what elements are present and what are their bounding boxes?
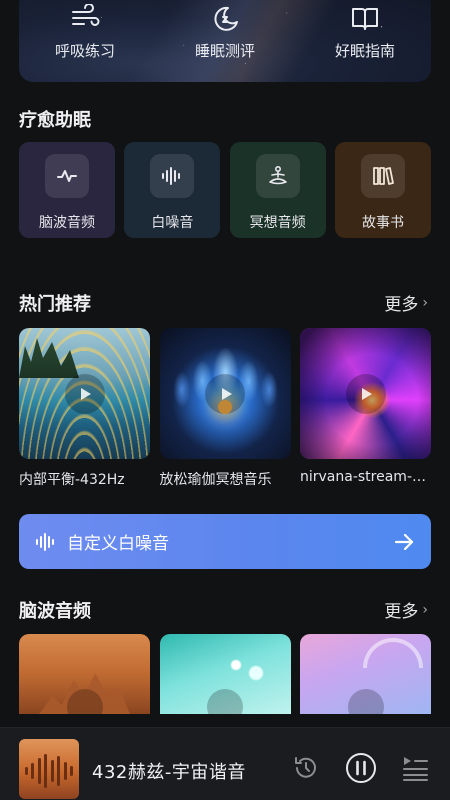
playlist-icon bbox=[403, 757, 428, 781]
galaxy-cover-image bbox=[300, 328, 431, 459]
rainbow-shape bbox=[363, 638, 423, 668]
hot-more-link[interactable]: 更多 › bbox=[384, 290, 428, 316]
play-icon[interactable] bbox=[347, 689, 384, 714]
pulse-icon bbox=[45, 154, 89, 198]
rainbow-cover-image[interactable] bbox=[300, 634, 431, 714]
brainwave-more-label: 更多 bbox=[384, 602, 419, 622]
meditation-audio-tile[interactable]: 冥想音频 bbox=[229, 142, 326, 238]
hot-card[interactable]: 内部平衡-432Hz bbox=[19, 328, 150, 489]
soundwave-icon bbox=[36, 532, 54, 551]
book-icon bbox=[350, 0, 380, 32]
meditation-icon bbox=[255, 154, 300, 198]
story-book-label: 故事书 bbox=[361, 215, 404, 231]
custom-white-noise-button[interactable]: 自定义白噪音 bbox=[19, 514, 431, 569]
brainwave-audio-label: 脑波音频 bbox=[39, 215, 95, 231]
brainwave-cards bbox=[19, 634, 431, 714]
story-book-tile[interactable]: 故事书 bbox=[334, 142, 431, 238]
ocean-wave-cover-image bbox=[19, 328, 150, 459]
desert-dunes-cover-image[interactable] bbox=[19, 634, 150, 714]
arrow-right-icon bbox=[394, 533, 414, 550]
mini-player[interactable]: 432赫兹-宇宙谐音 bbox=[0, 727, 450, 800]
healing-section-title: 疗愈助眠 bbox=[19, 110, 91, 131]
brainwave-more-link[interactable]: 更多 › bbox=[384, 597, 428, 623]
sleep-guide-label: 好眠指南 bbox=[334, 42, 395, 60]
play-icon[interactable] bbox=[207, 689, 243, 714]
play-icon[interactable] bbox=[345, 373, 386, 414]
brainwave-section-title: 脑波音频 bbox=[19, 601, 91, 622]
hot-card[interactable]: 放松瑜伽冥想音乐 bbox=[159, 328, 291, 489]
play-icon[interactable] bbox=[66, 689, 103, 714]
crystal-shape bbox=[220, 649, 271, 689]
history-icon bbox=[295, 757, 316, 778]
hot-card-title: 内部平衡-432Hz bbox=[19, 472, 125, 488]
soundwave-icon bbox=[150, 154, 195, 198]
play-icon[interactable] bbox=[64, 373, 105, 414]
hot-card-title: nirvana-stream-20... bbox=[300, 469, 431, 485]
custom-white-noise-label: 自定义白噪音 bbox=[67, 534, 169, 554]
moon-icon bbox=[210, 0, 240, 32]
hot-cards: 内部平衡-432Hz 放松瑜伽冥想音乐 nirvana-stream-20... bbox=[19, 328, 431, 489]
playlist-button[interactable] bbox=[400, 754, 430, 782]
sleep-guide-button[interactable]: 好眠指南 bbox=[315, 0, 415, 82]
now-playing-cover bbox=[19, 739, 79, 799]
hot-section-title: 热门推荐 bbox=[19, 294, 91, 315]
pause-icon bbox=[346, 753, 376, 783]
forest-shape bbox=[19, 338, 79, 378]
history-button[interactable] bbox=[292, 754, 320, 782]
hot-card-title: 放松瑜伽冥想音乐 bbox=[159, 472, 272, 488]
healing-tiles: 脑波音频 白噪音 冥想音频 故事书 bbox=[19, 142, 431, 238]
breathing-practice-label: 呼吸练习 bbox=[54, 42, 115, 60]
wind-icon bbox=[70, 0, 100, 32]
soundwave-art bbox=[25, 753, 73, 789]
bookshelf-icon bbox=[360, 154, 405, 198]
crystal-cover-image[interactable] bbox=[159, 634, 291, 714]
now-playing-title: 432赫兹-宇宙谐音 bbox=[92, 762, 246, 783]
sleep-assessment-button[interactable]: 睡眠测评 bbox=[175, 0, 275, 82]
play-icon[interactable] bbox=[205, 373, 245, 414]
breathing-practice-button[interactable]: 呼吸练习 bbox=[35, 0, 135, 82]
glowing-lotus-cover-image bbox=[159, 328, 291, 459]
sleep-tools-banner: 呼吸练习 睡眠测评 好眠指南 bbox=[19, 0, 431, 82]
chevron-right-icon: › bbox=[422, 294, 428, 311]
chevron-right-icon: › bbox=[422, 601, 428, 618]
sleep-assessment-label: 睡眠测评 bbox=[194, 42, 255, 60]
brainwave-audio-tile[interactable]: 脑波音频 bbox=[19, 142, 115, 238]
pause-button[interactable] bbox=[345, 752, 377, 784]
white-noise-tile[interactable]: 白噪音 bbox=[124, 142, 221, 238]
meditation-audio-label: 冥想音频 bbox=[249, 215, 306, 231]
hot-more-label: 更多 bbox=[384, 295, 419, 315]
white-noise-label: 白噪音 bbox=[151, 215, 194, 231]
hot-card[interactable]: nirvana-stream-20... bbox=[300, 328, 431, 489]
